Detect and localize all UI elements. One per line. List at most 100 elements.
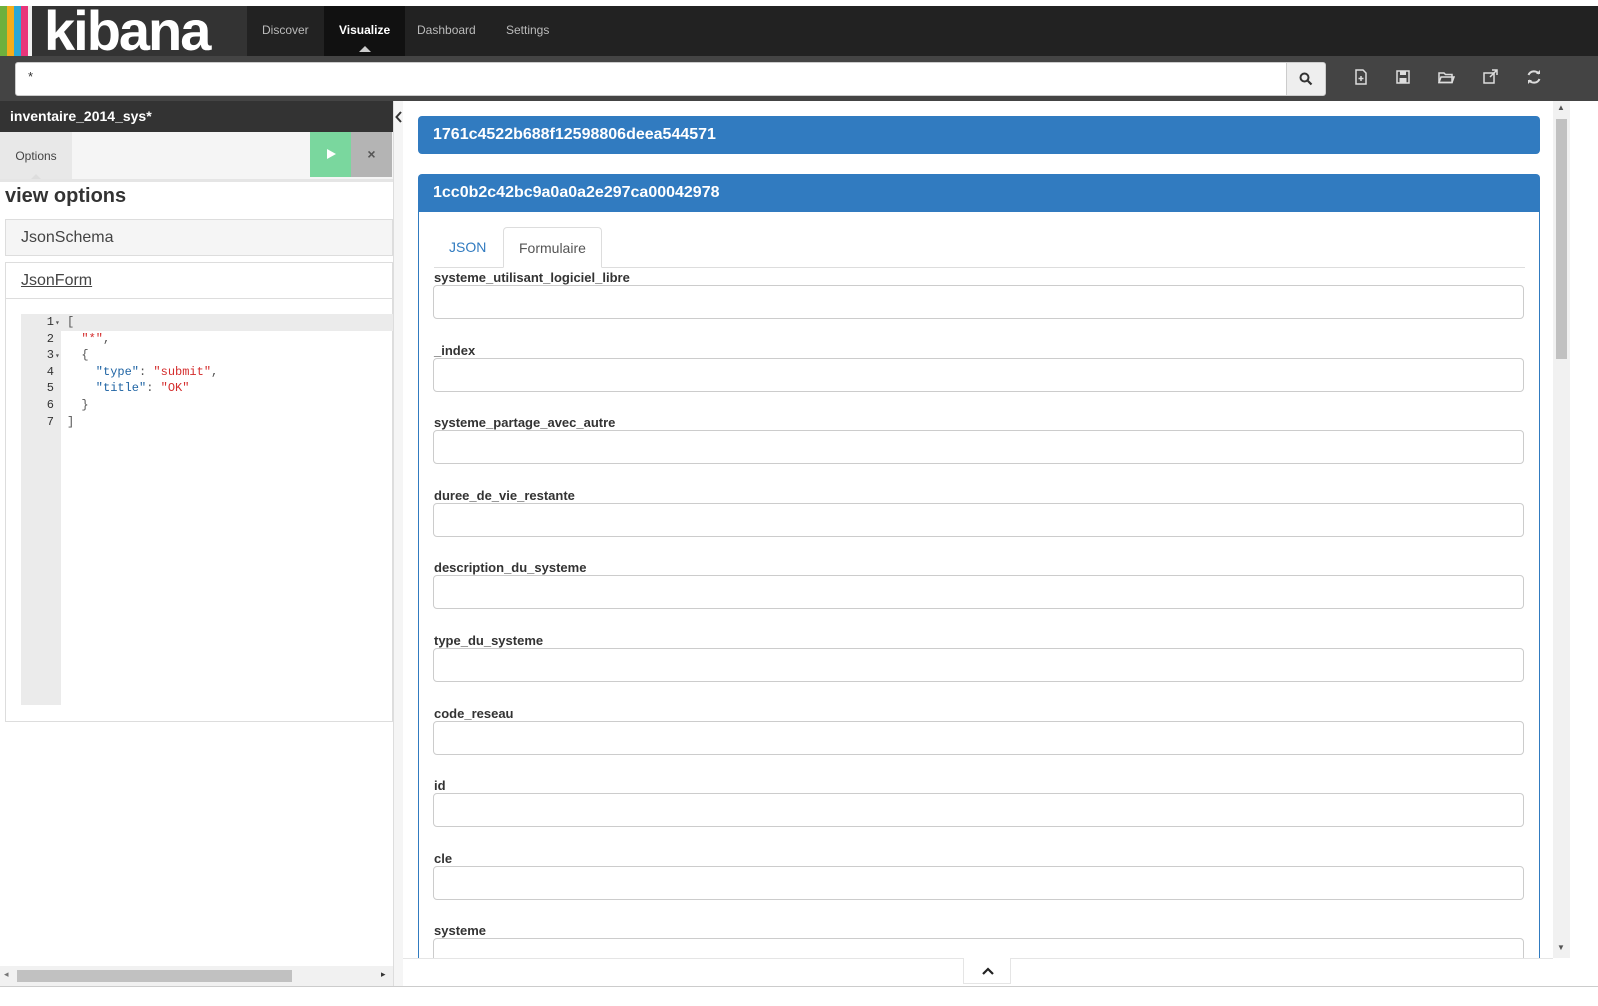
line-number: 7 [46,414,54,429]
code-token: "type" [67,364,140,379]
code-token: , [103,331,111,346]
bottom-bar [403,958,1553,986]
scroll-left-icon[interactable]: ◂ [4,969,9,980]
search-bar: * [0,56,1598,101]
code-token: : [146,381,161,396]
field-label: code_reseau [434,705,514,721]
nav-dashboard[interactable]: Dashboard [402,6,491,56]
code-text: "*", [67,331,110,348]
field-label: systeme_partage_avec_autre [434,415,616,431]
code-token: { [67,348,89,363]
field-input[interactable] [433,938,1524,958]
code-token: [ [67,315,75,329]
sidebar-collapse-bar[interactable] [393,101,403,986]
code-text: "title": "OK" [67,380,190,397]
discard-changes-button[interactable]: × [351,132,392,177]
scroll-right-icon[interactable]: ▸ [381,969,386,980]
code-token: "OK" [160,381,190,396]
field-input[interactable] [433,575,1524,610]
line-number: 1 [46,315,54,329]
new-document-icon[interactable] [1352,68,1370,86]
field-label: description_du_systeme [434,560,587,576]
section-title: view options [5,185,127,207]
tab-options-label: Options [15,149,57,163]
search-button[interactable] [1286,62,1326,96]
jsonform-editor-panel: 1▾[2 "*", 3▾ {4 "type": "submit", 5 "title… [5,299,393,722]
vertical-scrollbar[interactable]: ▲ ▼ [1553,101,1570,958]
scrollbar-thumb[interactable] [1556,119,1567,359]
field-label: duree_de_vie_restante [434,487,575,503]
fold-arrow-icon[interactable]: ▾ [55,319,60,328]
field-label: systeme [434,923,487,939]
play-icon [327,149,336,159]
field-input[interactable] [433,357,1524,392]
window-bottom-strip [0,986,1598,1006]
nav-visualize-label: Visualize [339,23,391,37]
code-text: } [67,397,88,414]
nav-settings[interactable]: Settings [491,6,564,56]
open-folder-icon[interactable] [1437,68,1455,86]
document-header[interactable]: 1cc0b2c42bc9a0a0a2e297ca00042978 [418,174,1540,212]
code-text: ] [67,414,74,431]
code-line[interactable]: 4 "type": "submit", [21,364,393,381]
nav-visualize[interactable]: Visualize [324,6,406,56]
tab-options[interactable]: Options [0,132,72,179]
active-caret-icon [31,174,41,179]
field-label: id [434,778,446,794]
code-line[interactable]: 6 } [21,397,393,414]
field-label: _index [434,342,476,358]
scrollbar-thumb[interactable] [17,970,292,982]
scroll-to-top-button[interactable] [963,958,1011,984]
fold-arrow-icon[interactable]: ▾ [55,352,60,361]
search-input[interactable]: * [15,62,1288,96]
code-text: [ [67,314,74,331]
logo-stripe [7,6,14,56]
chevron-left-icon[interactable] [395,111,403,123]
scroll-up-icon[interactable]: ▲ [1557,103,1565,112]
field-label: type_du_systeme [434,633,544,648]
field-input[interactable] [433,285,1524,319]
field-input[interactable] [433,793,1524,828]
code-token: "submit" [153,364,212,379]
field-input[interactable] [433,720,1524,755]
line-number: 5 [46,381,54,396]
field-label: systeme_utilisant_logiciel_libre [434,270,630,285]
field-input[interactable] [433,430,1524,465]
sidebar-tabs: Options × [0,132,393,182]
code-line[interactable]: 7] [21,414,393,431]
kibana-logo[interactable]: kibana [0,6,247,56]
field-input[interactable] [433,865,1524,900]
field-input[interactable] [433,502,1524,537]
code-line[interactable]: 5 "title": "OK" [21,380,393,397]
line-number: 4 [46,364,54,379]
code-line[interactable]: 3▾ { [21,347,393,364]
logo-stripe [28,6,32,56]
field-input[interactable] [433,648,1524,682]
code-line[interactable]: 1▾ [ [21,314,393,331]
logo-stripe [21,6,28,56]
nav-discover[interactable]: Discover [247,6,324,56]
refresh-icon[interactable] [1525,68,1543,86]
tab-formulaire[interactable]: Formulaire [503,227,602,268]
code-line[interactable]: 2 "*", [21,331,393,348]
line-number: 6 [46,398,54,412]
apply-changes-button[interactable] [310,132,351,177]
main-content: 1761c4522b688f12598806deea544571 1cc0b2c… [403,101,1553,958]
horizontal-scrollbar[interactable]: ◂ ▸ [0,966,393,986]
logo-stripe [14,6,21,56]
code-token: , [211,364,219,379]
line-number: 2 [46,331,54,346]
scroll-down-icon[interactable]: ▼ [1557,943,1565,952]
panel-jsonform[interactable]: JsonForm [5,262,393,299]
panel-jsonschema[interactable]: JsonSchema [5,219,393,256]
document-header[interactable]: 1761c4522b688f12598806deea544571 [418,116,1540,154]
save-icon[interactable] [1394,68,1412,86]
logo-stripe [0,6,7,56]
code-token: ] [67,414,75,429]
code-text: { [67,347,89,364]
code-text: "type": "submit", [67,364,218,381]
tab-json[interactable]: JSON [434,227,501,268]
share-icon[interactable] [1481,68,1499,86]
logo-text: kibana [44,6,211,56]
document-body: JSON Formulaire systeme_utilisant_logici… [418,212,1540,958]
